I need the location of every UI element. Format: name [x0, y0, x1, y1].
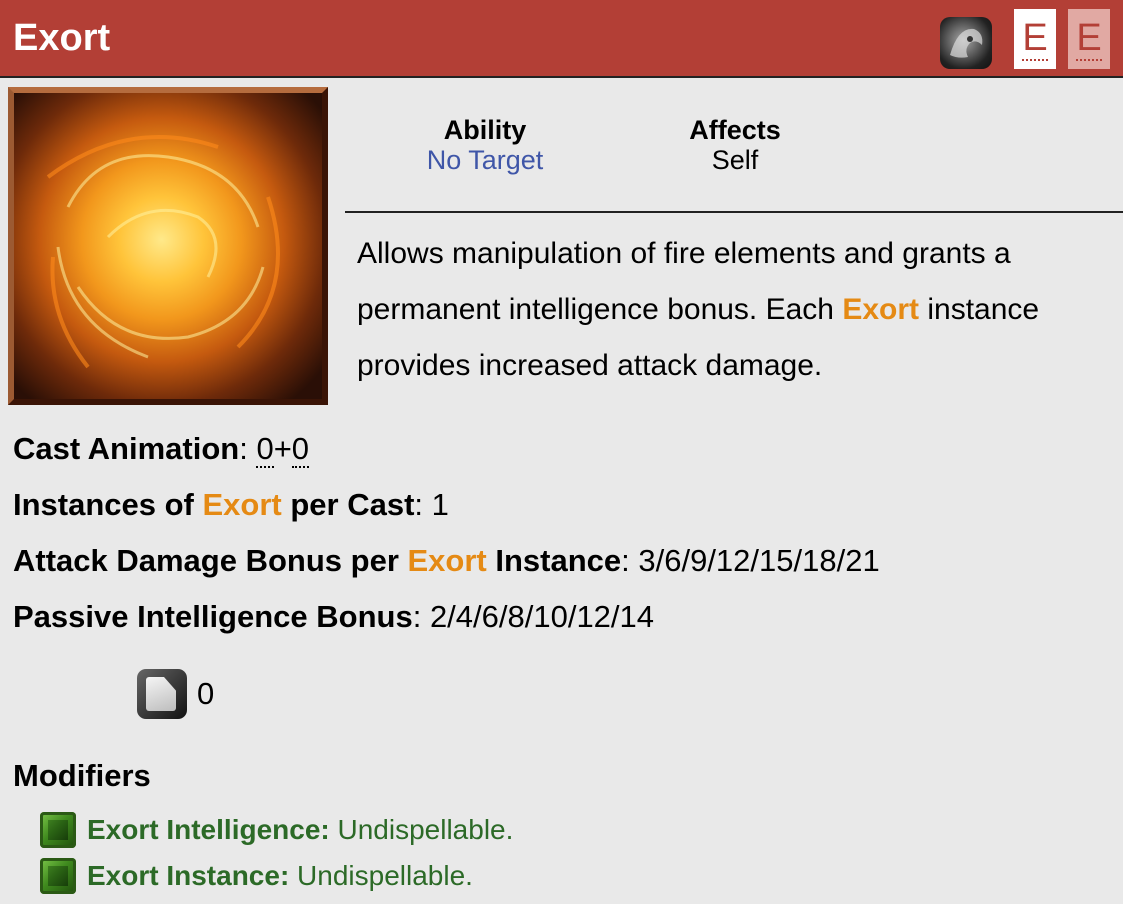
mana-cost-icon [137, 669, 187, 719]
modifier-icon [40, 812, 76, 848]
stat-label: Passive Intelligence Bonus [13, 599, 413, 634]
modifier-desc: Undispellable. [329, 814, 514, 845]
affects-value: Self [711, 145, 759, 175]
stat-value: 2/4/6/8/10/12/14 [429, 599, 655, 634]
intelligence-bonus-row: Passive Intelligence Bonus: 2/4/6/8/10/1… [13, 599, 655, 634]
cast-point-value[interactable]: 0 [256, 431, 274, 468]
hotkey-label: E [1022, 17, 1048, 59]
modifier-icon [40, 858, 76, 894]
modifier-desc: Undispellable. [289, 860, 473, 891]
stat-label: Instances of [13, 487, 203, 522]
stat-value: 1 [431, 487, 449, 522]
stat-label: per Cast [281, 487, 415, 522]
ability-value-link[interactable]: No Target [410, 145, 560, 175]
ability-type: Ability No Target [410, 115, 560, 175]
mana-cost-value: 0 [197, 676, 215, 711]
modifier-name: Exort Intelligence: [87, 814, 330, 845]
cast-animation-row: Cast Animation: 0+0 [13, 431, 310, 468]
stat-label: Attack Damage Bonus per [13, 543, 408, 578]
stat-label: Cast Animation [13, 431, 240, 466]
instances-row: Instances of Exort per Cast: 1 [13, 487, 449, 522]
attack-damage-bonus-row: Attack Damage Bonus per Exort Instance: … [13, 543, 880, 578]
hero-portrait-icon[interactable] [940, 17, 992, 69]
affects-label: Affects [689, 115, 781, 145]
hotkey-key[interactable]: E [1068, 9, 1110, 69]
hotkey-label: E [1076, 17, 1102, 59]
plus-sign: + [273, 431, 292, 466]
stat-value: 3/6/9/12/15/18/21 [638, 543, 880, 578]
hotkey-legacy-key[interactable]: E [1014, 9, 1056, 69]
ability-description: Allows manipulation of fire elements and… [357, 226, 1107, 394]
cast-backswing-value[interactable]: 0 [291, 431, 310, 468]
affects-info: Affects Self [660, 115, 810, 175]
modifier-name: Exort Instance: [87, 860, 290, 891]
ability-label: Ability [443, 115, 527, 145]
stat-label: Instance [486, 543, 622, 578]
exort-ability-image [8, 87, 328, 405]
title-bar: Exort E E [0, 0, 1123, 78]
modifiers-heading: Modifiers [13, 758, 151, 793]
exort-highlight: Exort [202, 487, 282, 522]
exort-highlight: Exort [407, 543, 487, 578]
exort-highlight: Exort [842, 293, 920, 326]
divider [345, 211, 1123, 213]
ability-title: Exort [13, 17, 111, 59]
